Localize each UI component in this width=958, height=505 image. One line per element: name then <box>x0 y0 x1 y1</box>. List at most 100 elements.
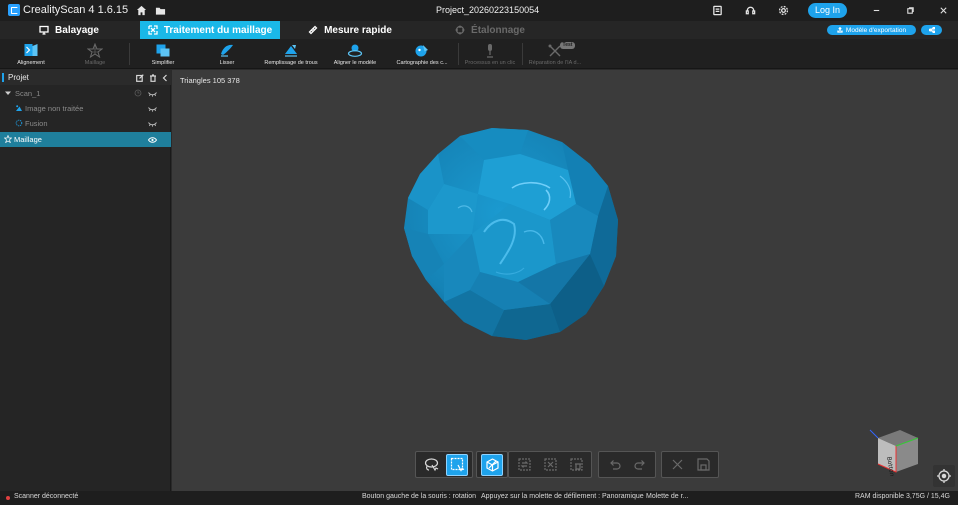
disconnected-dot-icon <box>6 496 10 500</box>
tool-label: Alignement <box>17 60 45 66</box>
tool-label: Simplifier <box>151 60 175 66</box>
tree-label: Scan_1 <box>15 89 41 98</box>
home-icon[interactable] <box>135 4 147 16</box>
panel-title: Projet <box>8 73 29 82</box>
status-bar: Scanner déconnecté Bouton gauche de la s… <box>0 491 958 505</box>
restore-icon[interactable] <box>903 3 917 17</box>
tab-label: Étalonnage <box>471 24 525 36</box>
tree-label: Image non traitée <box>25 104 84 113</box>
tab-balayage[interactable]: Balayage <box>0 21 138 39</box>
title-bar: CrealityScan 4 1.6.15 Project_2026022315… <box>0 0 958 21</box>
select-through-group <box>476 451 508 478</box>
hint-pan: Appuyez sur la molette de défilement : P… <box>481 493 644 500</box>
triangle-count: Triangles 105 378 <box>180 76 240 85</box>
invert-select-icon <box>517 458 531 471</box>
tool-simplifier[interactable]: Simplifier <box>140 39 186 69</box>
recenter-button[interactable] <box>933 465 955 487</box>
align-model-icon <box>346 42 364 58</box>
tree-label: Fusion <box>25 119 48 128</box>
redo-icon <box>633 460 645 470</box>
tree-item-maillage[interactable]: Maillage <box>0 132 171 147</box>
eye-open-icon[interactable] <box>147 136 158 143</box>
eye-closed-icon[interactable] <box>148 90 157 97</box>
fusion-icon <box>15 119 23 127</box>
toolbar-separator <box>522 43 523 65</box>
scan-mesh-model[interactable] <box>400 124 626 344</box>
redo-button[interactable] <box>629 454 651 476</box>
note-icon[interactable] <box>711 4 723 16</box>
eye-closed-icon[interactable] <box>148 120 157 127</box>
tool-alignement[interactable]: Alignement <box>8 39 54 69</box>
ram-status: RAM disponible 3,75G / 15,4G <box>855 493 950 500</box>
tool-lisser[interactable]: Lisser <box>204 39 250 69</box>
target-icon <box>455 25 465 35</box>
select-through-icon <box>485 458 499 472</box>
login-button[interactable]: Log In <box>808 3 847 18</box>
export-model-button[interactable]: Modèle d'exportation <box>827 25 916 35</box>
selection-tools-group <box>415 451 473 478</box>
app-logo-icon <box>8 4 20 16</box>
tool-label: Maillage <box>84 60 106 66</box>
eye-closed-icon[interactable] <box>148 105 157 112</box>
collapse-panel-icon[interactable] <box>160 73 169 82</box>
connection-status: Scanner déconnecté <box>14 493 79 500</box>
toolbar-separator <box>129 43 130 65</box>
tree-item-scan[interactable]: Scan_1 <box>0 86 171 101</box>
undo-button[interactable] <box>603 454 625 476</box>
mesh-icon <box>148 25 158 35</box>
edit-icon[interactable] <box>135 73 144 82</box>
tab-bar: Balayage Traitement du maillage Mesure r… <box>0 21 958 39</box>
export-icon <box>837 27 843 33</box>
target-recenter-icon <box>937 469 951 483</box>
tree-item-fusion[interactable]: Fusion <box>0 116 171 131</box>
save-icon <box>696 458 710 471</box>
tool-label: Remplissage de trous <box>264 60 318 66</box>
tool-maillage[interactable]: Maillage <box>72 39 118 69</box>
folder-icon[interactable] <box>154 4 166 16</box>
expand-arrow-icon[interactable] <box>4 89 12 97</box>
select-through-button[interactable] <box>481 453 503 476</box>
tool-label: Cartographie des c... <box>396 60 448 66</box>
clear-select-icon <box>543 458 557 471</box>
cancel-icon <box>672 459 682 470</box>
tab-label: Balayage <box>55 24 99 36</box>
share-button[interactable] <box>921 25 942 35</box>
fill-holes-icon <box>282 42 300 58</box>
clear-select-button[interactable] <box>539 454 561 476</box>
tool-remplissage-trous[interactable]: Remplissage de trous <box>262 39 320 69</box>
test-badge: Test <box>560 42 575 49</box>
save-button[interactable] <box>692 454 714 476</box>
tab-traitement-maillage[interactable]: Traitement du maillage <box>140 21 280 39</box>
tool-aligner-modele[interactable]: Aligner le modèle <box>328 39 382 69</box>
settings-icon[interactable] <box>777 4 789 16</box>
tab-mesure-rapide[interactable]: Mesure rapide <box>280 21 420 39</box>
delete-select-button[interactable] <box>565 454 587 476</box>
tab-etalonnage[interactable]: Étalonnage <box>420 21 560 39</box>
export-label: Modèle d'exportation <box>845 26 907 34</box>
navigation-cube[interactable]: Bottom <box>866 424 922 476</box>
rect-select-icon <box>450 457 464 472</box>
texture-map-icon <box>413 42 431 58</box>
mesh-star-icon <box>4 135 12 143</box>
minimize-icon[interactable] <box>869 3 883 17</box>
trash-icon[interactable] <box>148 73 157 82</box>
simplify-icon <box>154 42 172 58</box>
share-icon <box>928 27 935 33</box>
tool-processus-un-clic[interactable]: Processus en un clic <box>463 39 517 69</box>
close-icon[interactable] <box>936 3 950 17</box>
confirm-group <box>661 451 719 478</box>
headset-icon[interactable] <box>744 4 756 16</box>
history-group <box>598 451 656 478</box>
rect-select-button[interactable] <box>446 453 468 476</box>
tool-label: Processus en un clic <box>464 60 516 66</box>
monitor-icon <box>39 25 49 35</box>
undo-icon <box>609 460 621 470</box>
invert-select-button[interactable] <box>513 454 535 476</box>
cancel-button[interactable] <box>666 454 688 476</box>
tool-cartographie[interactable]: Cartographie des c... <box>392 39 452 69</box>
lasso-select-button[interactable] <box>420 454 442 476</box>
tool-label: Aligner le modèle <box>333 60 377 66</box>
tree-item-image-non-traitee[interactable]: Image non traitée <box>0 101 171 116</box>
ruler-icon <box>308 25 318 35</box>
panel-accent <box>2 73 4 82</box>
